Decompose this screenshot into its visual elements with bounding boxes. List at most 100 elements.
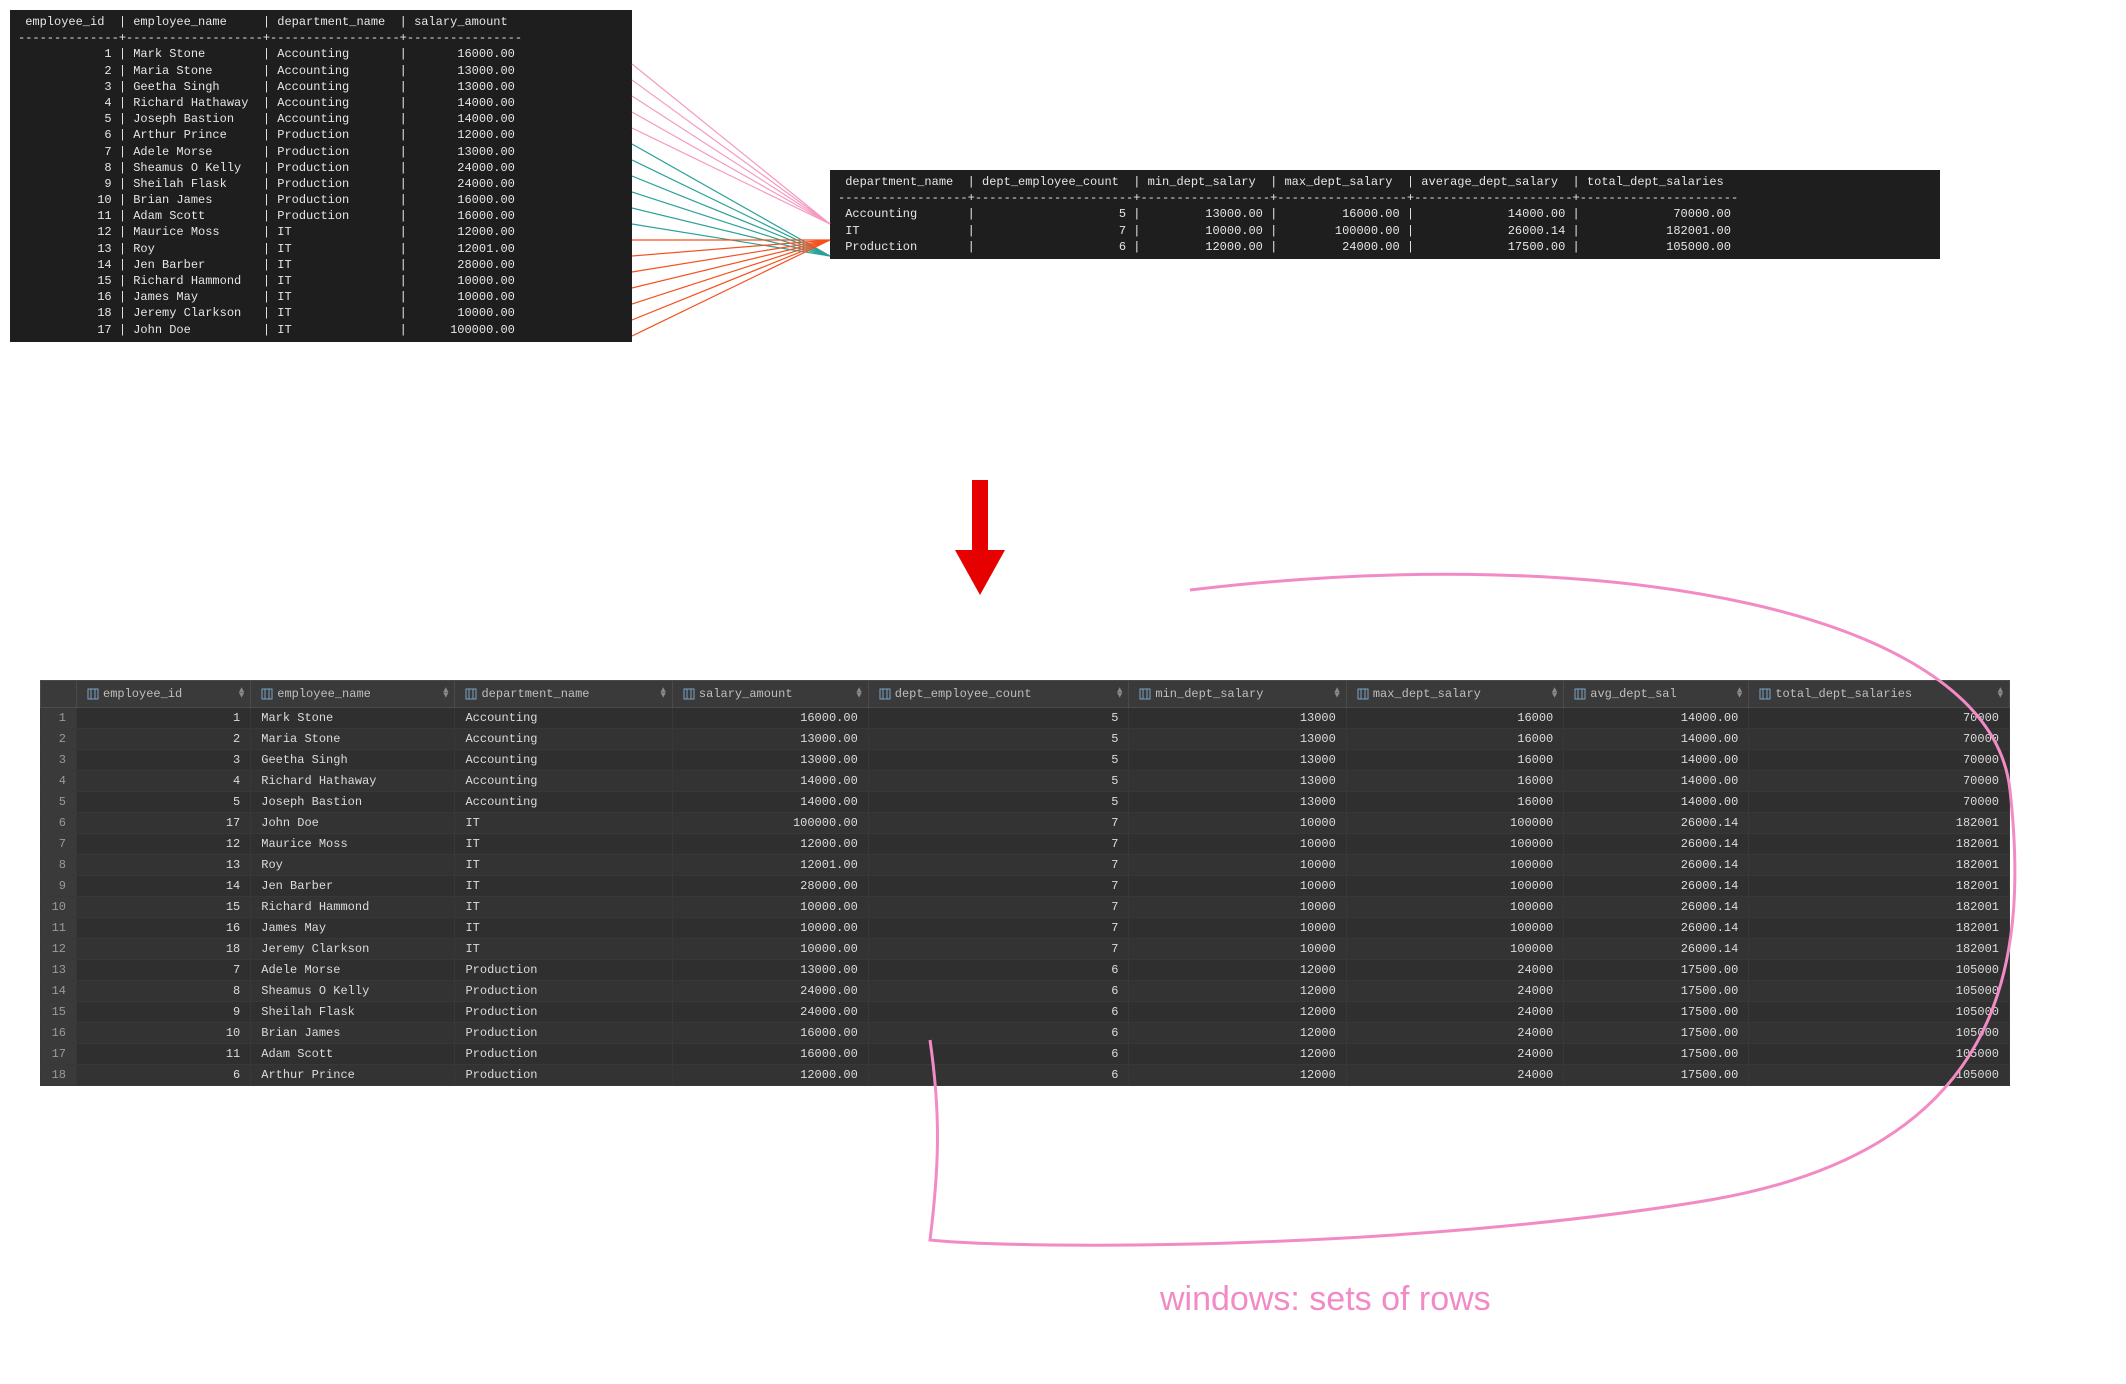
cell: 24000 bbox=[1346, 1065, 1563, 1086]
cell: 12000 bbox=[1129, 981, 1346, 1002]
sort-icon[interactable]: ▲▼ bbox=[1334, 689, 1339, 700]
cell: 105000 bbox=[1749, 960, 2010, 981]
cell: 13 bbox=[77, 855, 251, 876]
column-header[interactable]: dept_employee_count ▲▼ bbox=[868, 681, 1129, 708]
table-row[interactable]: 55Joseph BastionAccounting14000.00513000… bbox=[41, 792, 2010, 813]
table-row[interactable]: 44Richard HathawayAccounting14000.005130… bbox=[41, 771, 2010, 792]
cell: 24000 bbox=[1346, 960, 1563, 981]
cell: 12001.00 bbox=[672, 855, 868, 876]
column-header[interactable]: avg_dept_sal▲▼ bbox=[1564, 681, 1749, 708]
column-icon bbox=[465, 688, 477, 700]
cell: 24000 bbox=[1346, 1044, 1563, 1065]
column-header-label: dept_employee_count bbox=[895, 687, 1032, 701]
cell: 13000.00 bbox=[672, 750, 868, 771]
row-number: 1 bbox=[41, 708, 77, 729]
cell: 100000 bbox=[1346, 897, 1563, 918]
sort-icon[interactable]: ▲▼ bbox=[661, 689, 666, 700]
sort-icon[interactable]: ▲▼ bbox=[1998, 689, 2003, 700]
cell: 24000.00 bbox=[672, 981, 868, 1002]
cell: 10000.00 bbox=[672, 897, 868, 918]
cell: Production bbox=[455, 1023, 672, 1044]
cell: 6 bbox=[77, 1065, 251, 1086]
cell: 14000.00 bbox=[672, 771, 868, 792]
cell: 14000.00 bbox=[1564, 750, 1749, 771]
sort-icon[interactable]: ▲▼ bbox=[1737, 689, 1742, 700]
column-header-label: total_dept_salaries bbox=[1775, 687, 1912, 701]
cell: 70000 bbox=[1749, 729, 2010, 750]
cell: 13000 bbox=[1129, 771, 1346, 792]
cell: IT bbox=[455, 855, 672, 876]
table-row[interactable]: 1218Jeremy ClarksonIT10000.0071000010000… bbox=[41, 939, 2010, 960]
table-row[interactable]: 148Sheamus O KellyProduction24000.006120… bbox=[41, 981, 2010, 1002]
column-header-label: employee_name bbox=[277, 687, 371, 701]
table-row[interactable]: 1711Adam ScottProduction16000.0061200024… bbox=[41, 1044, 2010, 1065]
cell: 7 bbox=[868, 813, 1129, 834]
cell: 10000 bbox=[1129, 918, 1346, 939]
cell: John Doe bbox=[251, 813, 455, 834]
row-number: 12 bbox=[41, 939, 77, 960]
row-number: 16 bbox=[41, 1023, 77, 1044]
cell: 13000 bbox=[1129, 792, 1346, 813]
row-number: 15 bbox=[41, 1002, 77, 1023]
cell: 13000 bbox=[1129, 708, 1346, 729]
column-header[interactable]: salary_amount ▲▼ bbox=[672, 681, 868, 708]
table-row[interactable]: 137Adele MorseProduction13000.0061200024… bbox=[41, 960, 2010, 981]
cell: 17500.00 bbox=[1564, 1065, 1749, 1086]
cell: 18 bbox=[77, 939, 251, 960]
table-row[interactable]: 1610Brian JamesProduction16000.006120002… bbox=[41, 1023, 2010, 1044]
cell: Production bbox=[455, 981, 672, 1002]
table-row[interactable]: 914Jen BarberIT28000.0071000010000026000… bbox=[41, 876, 2010, 897]
cell: 5 bbox=[77, 792, 251, 813]
down-arrow-icon bbox=[950, 480, 1010, 600]
column-header[interactable]: department_name▲▼ bbox=[455, 681, 672, 708]
table-row[interactable]: 1116James MayIT10000.0071000010000026000… bbox=[41, 918, 2010, 939]
cell: 7 bbox=[868, 876, 1129, 897]
cell: 17500.00 bbox=[1564, 1023, 1749, 1044]
table-row[interactable]: 22Maria StoneAccounting13000.00513000160… bbox=[41, 729, 2010, 750]
cell: 70000 bbox=[1749, 771, 2010, 792]
table-row[interactable]: 159Sheilah FlaskProduction24000.00612000… bbox=[41, 1002, 2010, 1023]
sort-icon[interactable]: ▲▼ bbox=[1552, 689, 1557, 700]
cell: 182001 bbox=[1749, 876, 2010, 897]
column-header[interactable]: max_dept_salary▲▼ bbox=[1346, 681, 1563, 708]
column-header-label: salary_amount bbox=[699, 687, 793, 701]
cell: 7 bbox=[868, 897, 1129, 918]
cell: IT bbox=[455, 939, 672, 960]
cell: 13000.00 bbox=[672, 960, 868, 981]
table-row[interactable]: 617John DoeIT100000.0071000010000026000.… bbox=[41, 813, 2010, 834]
table-row[interactable]: 33Geetha SinghAccounting13000.0051300016… bbox=[41, 750, 2010, 771]
sort-icon[interactable]: ▲▼ bbox=[856, 689, 861, 700]
cell: 10000 bbox=[1129, 855, 1346, 876]
row-number-header bbox=[41, 681, 77, 708]
row-number: 8 bbox=[41, 855, 77, 876]
cell: 16000.00 bbox=[672, 1044, 868, 1065]
cell: 16000 bbox=[1346, 792, 1563, 813]
cell: 16000.00 bbox=[672, 1023, 868, 1044]
table-row[interactable]: 1015Richard HammondIT10000.0071000010000… bbox=[41, 897, 2010, 918]
cell: Accounting bbox=[455, 771, 672, 792]
row-number: 3 bbox=[41, 750, 77, 771]
column-header[interactable]: total_dept_salaries ▲▼ bbox=[1749, 681, 2010, 708]
sort-icon[interactable]: ▲▼ bbox=[1117, 689, 1122, 700]
sort-icon[interactable]: ▲▼ bbox=[239, 689, 244, 700]
table-row[interactable]: 712Maurice MossIT12000.00710000100000260… bbox=[41, 834, 2010, 855]
table-row[interactable]: 186Arthur PrinceProduction12000.00612000… bbox=[41, 1065, 2010, 1086]
column-header[interactable]: employee_id▲▼ bbox=[77, 681, 251, 708]
cell: 8 bbox=[77, 981, 251, 1002]
cell: 12000 bbox=[1129, 1023, 1346, 1044]
column-icon bbox=[261, 688, 273, 700]
cell: 7 bbox=[868, 939, 1129, 960]
cell: 7 bbox=[868, 855, 1129, 876]
table-row[interactable]: 11Mark StoneAccounting16000.005130001600… bbox=[41, 708, 2010, 729]
cell: 3 bbox=[77, 750, 251, 771]
cell: 13000 bbox=[1129, 750, 1346, 771]
cell: 6 bbox=[868, 960, 1129, 981]
cell: 70000 bbox=[1749, 708, 2010, 729]
cell: IT bbox=[455, 918, 672, 939]
table-row[interactable]: 813RoyIT12001.0071000010000026000.141820… bbox=[41, 855, 2010, 876]
column-header[interactable]: min_dept_salary▲▼ bbox=[1129, 681, 1346, 708]
row-number: 10 bbox=[41, 897, 77, 918]
column-header[interactable]: employee_name ▲▼ bbox=[251, 681, 455, 708]
sort-icon[interactable]: ▲▼ bbox=[443, 689, 448, 700]
cell: 10000.00 bbox=[672, 939, 868, 960]
